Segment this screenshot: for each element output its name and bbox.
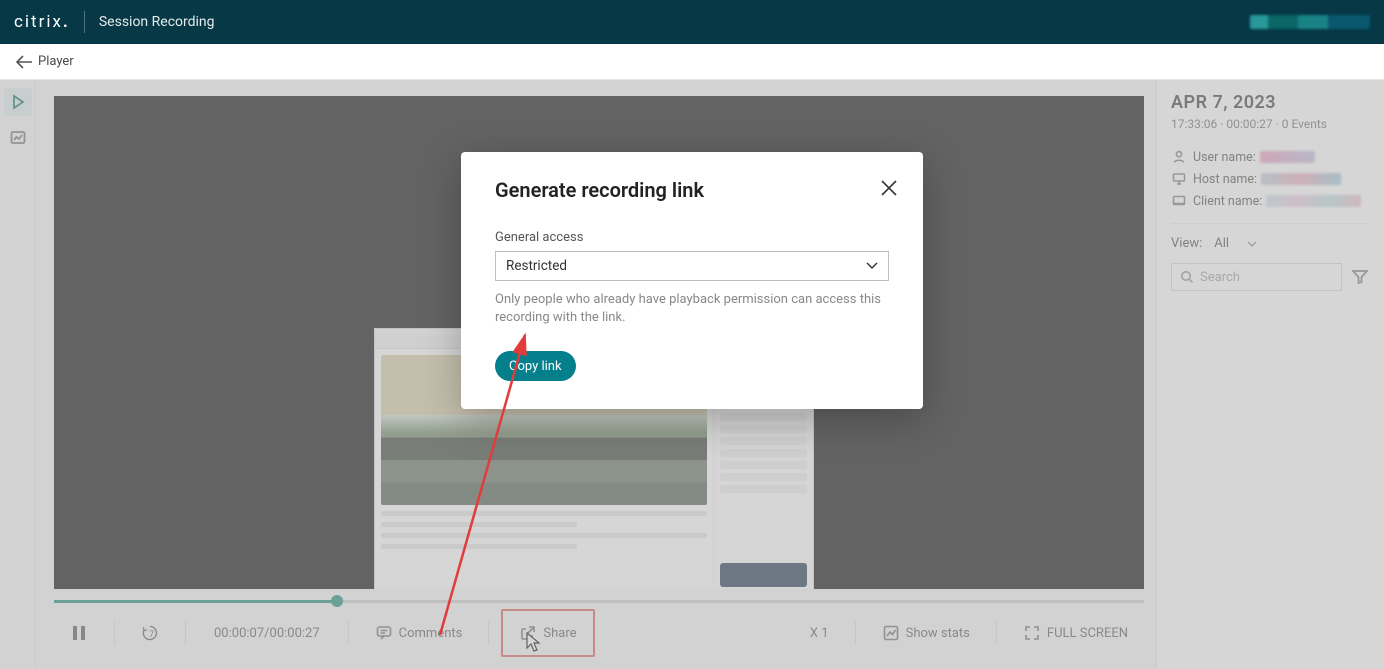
citrix-logo: citrix. <box>14 12 70 32</box>
breadcrumb: Player <box>0 44 1384 80</box>
modal-close-button[interactable] <box>875 174 903 202</box>
breadcrumb-label[interactable]: Player <box>38 54 74 69</box>
copy-link-button[interactable]: Copy link <box>495 351 576 381</box>
access-value: Restricted <box>506 258 567 274</box>
generate-link-modal: Generate recording link General access R… <box>461 152 923 409</box>
access-label: General access <box>495 230 889 245</box>
chevron-down-icon <box>866 262 878 270</box>
close-icon <box>879 178 899 198</box>
access-select[interactable]: Restricted <box>495 251 889 281</box>
account-info-redacted <box>1250 15 1370 29</box>
top-bar: citrix. Session Recording <box>0 0 1384 44</box>
modal-title: Generate recording link <box>495 178 889 202</box>
access-help-text: Only people who already have playback pe… <box>495 291 889 327</box>
back-arrow-icon[interactable] <box>10 44 38 79</box>
divider <box>84 11 85 33</box>
modal-overlay: Generate recording link General access R… <box>0 80 1384 669</box>
product-title: Session Recording <box>99 14 215 30</box>
